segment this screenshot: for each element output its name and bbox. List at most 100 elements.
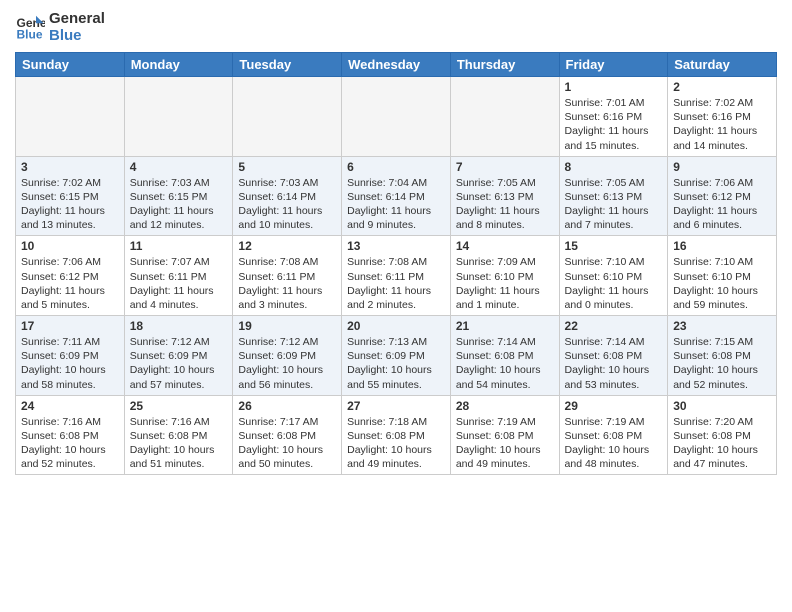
calendar-cell: 12 Sunrise: 7:08 AM Sunset: 6:11 PM Dayli…	[233, 236, 342, 316]
calendar-cell: 26 Sunrise: 7:17 AM Sunset: 6:08 PM Dayli…	[233, 395, 342, 475]
calendar-cell: 5Sunrise: 7:03 AM Sunset: 6:14 PM Daylig…	[233, 156, 342, 236]
day-info: Sunrise: 7:06 AM Sunset: 6:12 PM Dayligh…	[21, 255, 119, 312]
day-info: Sunrise: 7:19 AM Sunset: 6:08 PM Dayligh…	[456, 415, 554, 472]
day-number: 1	[565, 80, 663, 94]
day-number: 18	[130, 319, 228, 333]
calendar-cell: 11 Sunrise: 7:07 AM Sunset: 6:11 PM Dayli…	[124, 236, 233, 316]
day-number: 16	[673, 239, 771, 253]
day-info: Sunrise: 7:09 AM Sunset: 6:10 PM Dayligh…	[456, 255, 554, 312]
calendar-cell: 14Sunrise: 7:09 AM Sunset: 6:10 PM Dayli…	[450, 236, 559, 316]
day-info: Sunrise: 7:04 AM Sunset: 6:14 PM Dayligh…	[347, 176, 445, 233]
weekday-header-tuesday: Tuesday	[233, 53, 342, 77]
day-number: 8	[565, 160, 663, 174]
week-row-3: 17 Sunrise: 7:11 AM Sunset: 6:09 PM Dayli…	[16, 316, 777, 396]
day-info: Sunrise: 7:10 AM Sunset: 6:10 PM Dayligh…	[673, 255, 771, 312]
weekday-header-sunday: Sunday	[16, 53, 125, 77]
day-info: Sunrise: 7:05 AM Sunset: 6:13 PM Dayligh…	[565, 176, 663, 233]
day-info: Sunrise: 7:14 AM Sunset: 6:08 PM Dayligh…	[456, 335, 554, 392]
day-number: 28	[456, 399, 554, 413]
calendar-cell: 7 Sunrise: 7:05 AM Sunset: 6:13 PM Daylig…	[450, 156, 559, 236]
calendar-cell: 1 Sunrise: 7:01 AM Sunset: 6:16 PM Daylig…	[559, 77, 668, 157]
calendar-cell: 6 Sunrise: 7:04 AM Sunset: 6:14 PM Daylig…	[342, 156, 451, 236]
day-info: Sunrise: 7:13 AM Sunset: 6:09 PM Dayligh…	[347, 335, 445, 392]
day-info: Sunrise: 7:05 AM Sunset: 6:13 PM Dayligh…	[456, 176, 554, 233]
calendar-cell: 8 Sunrise: 7:05 AM Sunset: 6:13 PM Daylig…	[559, 156, 668, 236]
calendar-cell: 3 Sunrise: 7:02 AM Sunset: 6:15 PM Daylig…	[16, 156, 125, 236]
weekday-header-friday: Friday	[559, 53, 668, 77]
day-info: Sunrise: 7:18 AM Sunset: 6:08 PM Dayligh…	[347, 415, 445, 472]
calendar-cell: 29 Sunrise: 7:19 AM Sunset: 6:08 PM Dayli…	[559, 395, 668, 475]
calendar-cell: 13Sunrise: 7:08 AM Sunset: 6:11 PM Dayli…	[342, 236, 451, 316]
day-info: Sunrise: 7:17 AM Sunset: 6:08 PM Dayligh…	[238, 415, 336, 472]
week-row-1: 3 Sunrise: 7:02 AM Sunset: 6:15 PM Daylig…	[16, 156, 777, 236]
day-number: 24	[21, 399, 119, 413]
day-number: 6	[347, 160, 445, 174]
logo: General Blue General Blue	[15, 10, 105, 44]
weekday-header-thursday: Thursday	[450, 53, 559, 77]
day-info: Sunrise: 7:20 AM Sunset: 6:08 PM Dayligh…	[673, 415, 771, 472]
day-number: 26	[238, 399, 336, 413]
logo-blue: Blue	[49, 27, 105, 44]
calendar-cell: 4 Sunrise: 7:03 AM Sunset: 6:15 PM Daylig…	[124, 156, 233, 236]
day-info: Sunrise: 7:11 AM Sunset: 6:09 PM Dayligh…	[21, 335, 119, 392]
day-info: Sunrise: 7:08 AM Sunset: 6:11 PM Dayligh…	[238, 255, 336, 312]
day-number: 10	[21, 239, 119, 253]
day-info: Sunrise: 7:10 AM Sunset: 6:10 PM Dayligh…	[565, 255, 663, 312]
day-number: 23	[673, 319, 771, 333]
day-number: 15	[565, 239, 663, 253]
day-number: 2	[673, 80, 771, 94]
day-number: 4	[130, 160, 228, 174]
day-number: 7	[456, 160, 554, 174]
day-info: Sunrise: 7:16 AM Sunset: 6:08 PM Dayligh…	[130, 415, 228, 472]
calendar-cell: 18 Sunrise: 7:12 AM Sunset: 6:09 PM Dayli…	[124, 316, 233, 396]
calendar-cell: 25 Sunrise: 7:16 AM Sunset: 6:08 PM Dayli…	[124, 395, 233, 475]
day-number: 3	[21, 160, 119, 174]
day-number: 21	[456, 319, 554, 333]
day-info: Sunrise: 7:12 AM Sunset: 6:09 PM Dayligh…	[238, 335, 336, 392]
calendar-cell	[124, 77, 233, 157]
day-number: 11	[130, 239, 228, 253]
calendar-cell	[342, 77, 451, 157]
calendar-cell: 10 Sunrise: 7:06 AM Sunset: 6:12 PM Dayli…	[16, 236, 125, 316]
day-number: 29	[565, 399, 663, 413]
day-info: Sunrise: 7:08 AM Sunset: 6:11 PM Dayligh…	[347, 255, 445, 312]
calendar-cell: 20Sunrise: 7:13 AM Sunset: 6:09 PM Dayli…	[342, 316, 451, 396]
logo-general: General	[49, 10, 105, 27]
day-number: 30	[673, 399, 771, 413]
day-info: Sunrise: 7:12 AM Sunset: 6:09 PM Dayligh…	[130, 335, 228, 392]
calendar-cell: 24 Sunrise: 7:16 AM Sunset: 6:08 PM Dayli…	[16, 395, 125, 475]
weekday-header-wednesday: Wednesday	[342, 53, 451, 77]
day-number: 27	[347, 399, 445, 413]
week-row-4: 24 Sunrise: 7:16 AM Sunset: 6:08 PM Dayli…	[16, 395, 777, 475]
day-number: 5	[238, 160, 336, 174]
day-info: Sunrise: 7:07 AM Sunset: 6:11 PM Dayligh…	[130, 255, 228, 312]
day-info: Sunrise: 7:03 AM Sunset: 6:15 PM Dayligh…	[130, 176, 228, 233]
calendar-header: General Blue General Blue	[15, 10, 777, 44]
day-info: Sunrise: 7:02 AM Sunset: 6:15 PM Dayligh…	[21, 176, 119, 233]
calendar-cell: 16 Sunrise: 7:10 AM Sunset: 6:10 PM Dayli…	[668, 236, 777, 316]
calendar-container: General Blue General Blue SundayMondayTu…	[0, 0, 792, 485]
logo-icon: General Blue	[15, 12, 45, 42]
day-number: 17	[21, 319, 119, 333]
day-info: Sunrise: 7:16 AM Sunset: 6:08 PM Dayligh…	[21, 415, 119, 472]
day-info: Sunrise: 7:15 AM Sunset: 6:08 PM Dayligh…	[673, 335, 771, 392]
calendar-cell: 15 Sunrise: 7:10 AM Sunset: 6:10 PM Dayli…	[559, 236, 668, 316]
weekday-header-saturday: Saturday	[668, 53, 777, 77]
calendar-cell: 19Sunrise: 7:12 AM Sunset: 6:09 PM Dayli…	[233, 316, 342, 396]
svg-text:Blue: Blue	[17, 27, 43, 41]
day-info: Sunrise: 7:01 AM Sunset: 6:16 PM Dayligh…	[565, 96, 663, 153]
calendar-table: SundayMondayTuesdayWednesdayThursdayFrid…	[15, 52, 777, 475]
calendar-cell: 27 Sunrise: 7:18 AM Sunset: 6:08 PM Dayli…	[342, 395, 451, 475]
calendar-cell: 2Sunrise: 7:02 AM Sunset: 6:16 PM Daylig…	[668, 77, 777, 157]
weekday-header-row: SundayMondayTuesdayWednesdayThursdayFrid…	[16, 53, 777, 77]
day-info: Sunrise: 7:14 AM Sunset: 6:08 PM Dayligh…	[565, 335, 663, 392]
day-number: 9	[673, 160, 771, 174]
calendar-cell: 23 Sunrise: 7:15 AM Sunset: 6:08 PM Dayli…	[668, 316, 777, 396]
week-row-0: 1 Sunrise: 7:01 AM Sunset: 6:16 PM Daylig…	[16, 77, 777, 157]
calendar-cell: 30 Sunrise: 7:20 AM Sunset: 6:08 PM Dayli…	[668, 395, 777, 475]
calendar-cell: 22 Sunrise: 7:14 AM Sunset: 6:08 PM Dayli…	[559, 316, 668, 396]
day-info: Sunrise: 7:19 AM Sunset: 6:08 PM Dayligh…	[565, 415, 663, 472]
day-number: 22	[565, 319, 663, 333]
day-number: 25	[130, 399, 228, 413]
day-number: 12	[238, 239, 336, 253]
